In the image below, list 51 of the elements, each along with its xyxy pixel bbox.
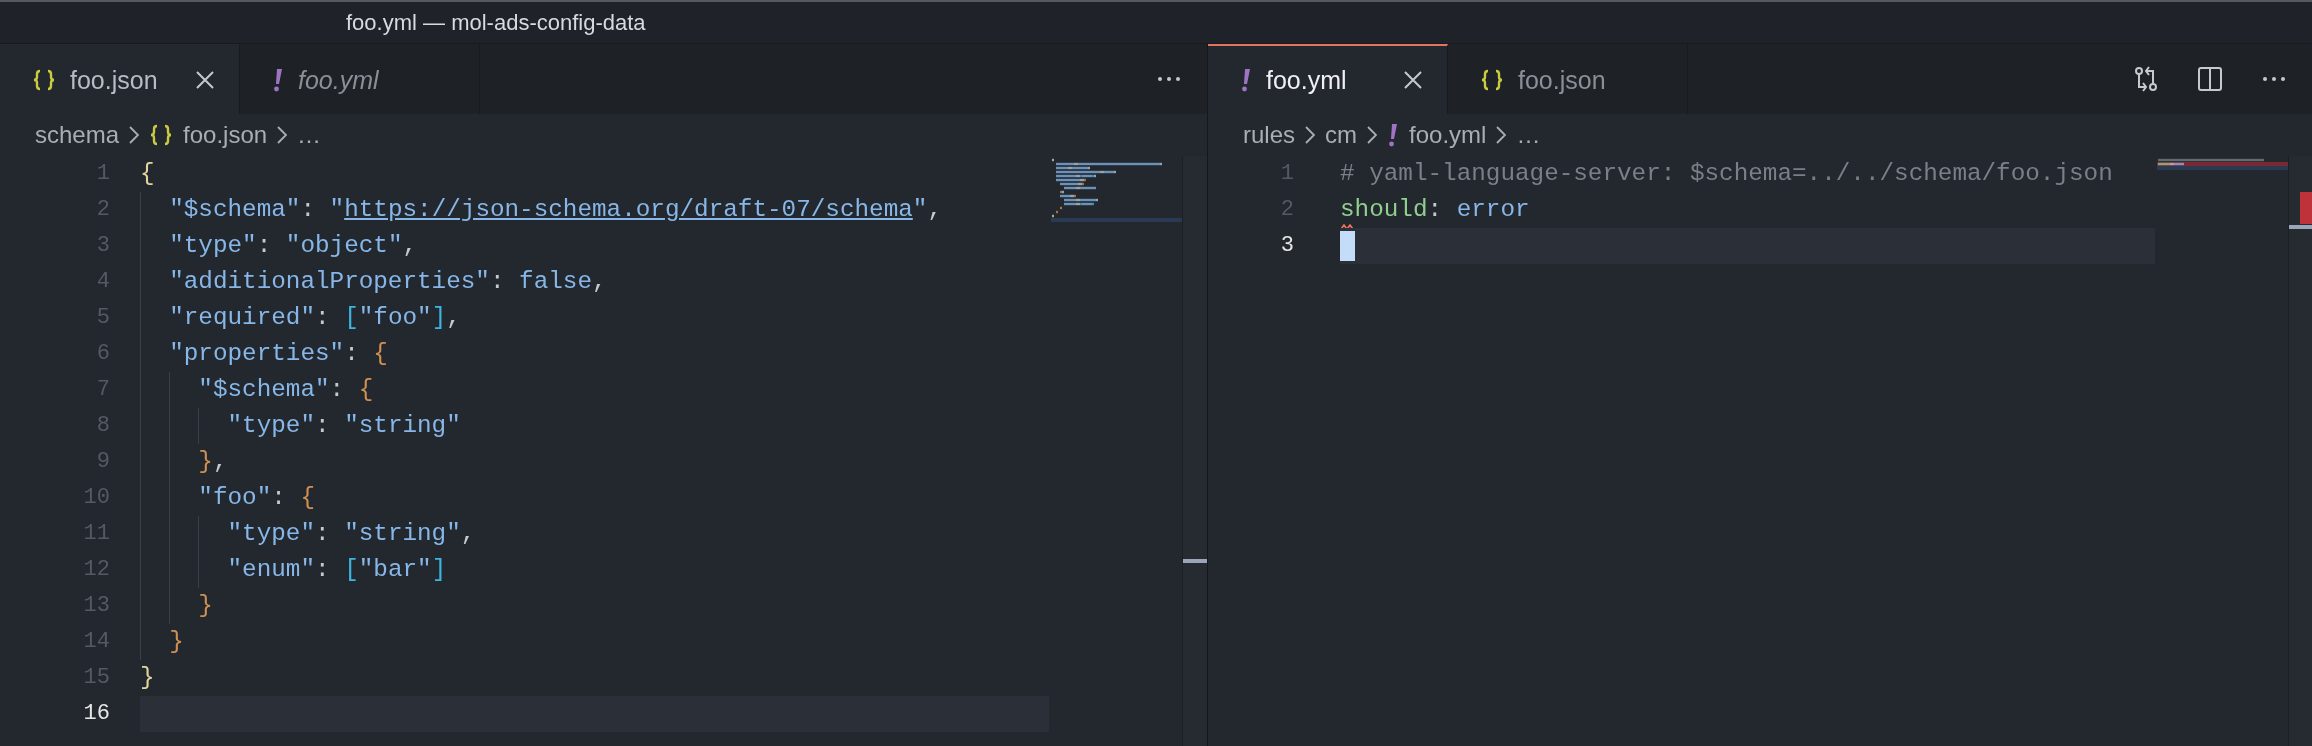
code-line: "additionalProperties": false,	[168, 268, 607, 295]
minimap-drawing[interactable]	[2155, 156, 2288, 172]
code-line: should: error	[1340, 196, 1530, 223]
cursor-position-marker	[2289, 225, 2312, 229]
code-line: "$schema": "https://json-schema.org/draft-07/schema",	[168, 196, 942, 223]
line-number: 16	[83, 701, 110, 726]
chevron-icon	[129, 126, 140, 144]
compare-changes-icon[interactable]	[2132, 65, 2160, 93]
cursor-position-marker	[1183, 559, 1207, 563]
exclamation-icon	[1387, 123, 1400, 147]
code-line: "properties": {	[168, 340, 388, 367]
code-line: "enum": ["bar"]	[226, 556, 447, 583]
code-line: {	[140, 160, 155, 187]
split-editor-icon[interactable]	[2196, 65, 2224, 93]
braces-icon	[32, 69, 56, 91]
chevron-icon	[277, 126, 288, 144]
code-line: "type": "object",	[168, 232, 418, 259]
code-line: },	[197, 448, 228, 475]
line-number: 3	[1280, 233, 1294, 258]
braces-icon	[1480, 69, 1504, 91]
code-line: # yaml-language-server: $schema=../../schema/foo.json	[1340, 160, 2113, 187]
breadcrumb-item[interactable]: rules	[1243, 121, 1296, 149]
chevron-icon	[1496, 126, 1507, 144]
more-icon[interactable]	[1155, 76, 1183, 82]
braces-icon	[149, 124, 174, 146]
chevron-icon	[1367, 126, 1378, 144]
breadcrumb-item[interactable]: cm	[1325, 121, 1358, 149]
code-line: "$schema": {	[197, 376, 374, 403]
minimap-drawing[interactable]	[1049, 156, 1182, 224]
breadcrumb-item[interactable]: …	[297, 121, 322, 149]
code-line: }	[168, 628, 184, 655]
breadcrumb-item[interactable]: foo.yml	[1409, 121, 1487, 149]
more-icon[interactable]	[2260, 76, 2288, 82]
breadcrumb-item[interactable]: …	[1516, 121, 1541, 149]
code-line: "foo": {	[197, 484, 315, 511]
error-marker	[2300, 192, 2312, 224]
exclamation-icon	[1240, 68, 1252, 92]
exclamation-icon	[272, 68, 284, 92]
window-title: foo.yml — mol-ads-config-data	[346, 9, 646, 36]
close-icon[interactable]	[195, 70, 215, 90]
code-line: }	[140, 664, 155, 691]
code-line: }	[197, 592, 213, 619]
code-line: "type": "string",	[226, 520, 476, 547]
editor-tab[interactable]: foo.json	[0, 44, 240, 114]
breadcrumb-item[interactable]: schema	[35, 121, 120, 149]
code-line: "type": "string"	[226, 412, 461, 439]
breadcrumb-item[interactable]: foo.json	[183, 121, 268, 149]
chevron-icon	[1305, 126, 1316, 144]
code-line: "required": ["foo"],	[168, 304, 461, 331]
close-icon[interactable]	[1403, 70, 1423, 90]
editor-tab[interactable]: foo.yml	[1208, 44, 1448, 114]
